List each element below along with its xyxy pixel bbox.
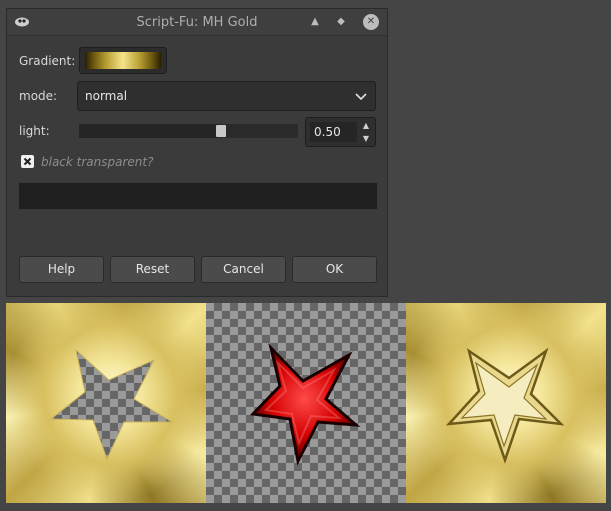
help-button[interactable]: Help (19, 256, 104, 283)
chevron-down-icon[interactable]: ▼ (360, 133, 372, 145)
preview-red-star (206, 303, 406, 503)
title-bar[interactable]: Script-Fu: MH Gold ▲ ◆ ✕ (7, 9, 387, 36)
black-transparent-checkbox[interactable] (21, 155, 34, 168)
window-title: Script-Fu: MH Gold (136, 15, 258, 30)
progress-bar (19, 183, 377, 209)
preview-gold-cutout (6, 303, 206, 503)
chevron-down-icon (355, 93, 367, 101)
check-icon (23, 157, 32, 166)
chevron-up-icon[interactable]: ▲ (360, 120, 372, 132)
gradient-swatch (85, 52, 161, 69)
shade-icon[interactable]: ▲ (307, 14, 323, 30)
star-cutout-image (49, 348, 174, 461)
mode-value: normal (85, 89, 128, 103)
light-spinbutton[interactable]: 0.50 ▲ ▼ (305, 117, 376, 147)
reset-button[interactable]: Reset (110, 256, 195, 283)
mode-label: mode: (19, 89, 58, 103)
close-icon[interactable]: ✕ (363, 14, 379, 30)
light-label: light: (19, 124, 50, 138)
mode-combo[interactable]: normal (77, 81, 376, 111)
preview-gold-star (406, 303, 606, 503)
light-slider[interactable] (79, 124, 298, 138)
light-slider-fill (79, 124, 222, 138)
gold-star-image (445, 347, 565, 464)
light-slider-handle[interactable] (216, 125, 227, 137)
gradient-label: Gradient: (19, 54, 76, 68)
script-fu-dialog: Script-Fu: MH Gold ▲ ◆ ✕ Gradient: mode:… (6, 8, 388, 297)
red-star-image (249, 343, 361, 466)
restore-icon[interactable]: ◆ (333, 14, 349, 30)
ok-button[interactable]: OK (292, 256, 377, 283)
black-transparent-label: black transparent? (41, 155, 154, 169)
gradient-button[interactable] (79, 47, 167, 74)
cancel-button[interactable]: Cancel (201, 256, 286, 283)
light-value-input[interactable]: 0.50 (310, 122, 357, 142)
